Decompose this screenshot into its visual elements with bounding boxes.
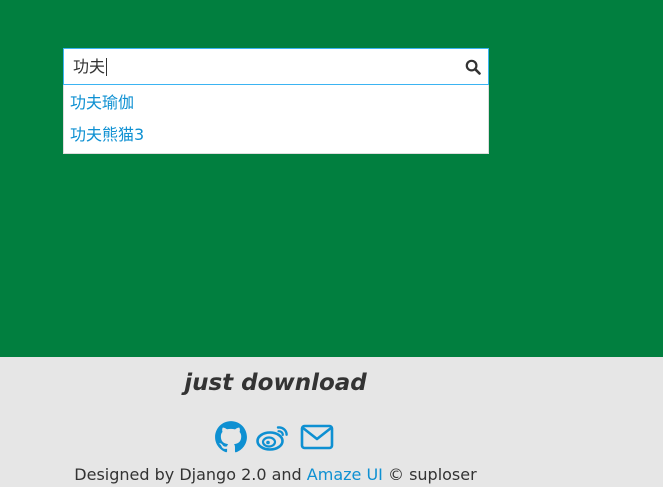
search-input-value: 功夫 (73, 57, 106, 76)
hero-section: 功夫 功夫瑜伽 功夫熊猫3 (0, 0, 663, 357)
amaze-ui-link[interactable]: Amaze UI (307, 465, 383, 484)
search-container: 功夫 功夫瑜伽 功夫熊猫3 (63, 48, 489, 154)
credit-suffix: © suploser (382, 465, 477, 484)
suggestion-item[interactable]: 功夫瑜伽 (64, 87, 488, 119)
footer-title: just download (184, 370, 367, 396)
suggestion-item[interactable]: 功夫熊猫3 (64, 119, 488, 151)
search-icon[interactable] (465, 59, 481, 75)
text-caret (106, 57, 108, 76)
github-icon[interactable] (214, 420, 248, 454)
page: 功夫 功夫瑜伽 功夫熊猫3 just download Designed by … (0, 0, 663, 487)
search-input[interactable]: 功夫 (64, 49, 488, 84)
search-box: 功夫 (63, 48, 489, 85)
social-icons (214, 420, 338, 454)
email-icon[interactable] (300, 420, 334, 454)
suggestion-list: 功夫瑜伽 功夫熊猫3 (63, 85, 489, 154)
weibo-icon[interactable] (256, 420, 290, 454)
credit-prefix: Designed by Django 2.0 and (74, 465, 307, 484)
footer-credit: Designed by Django 2.0 and Amaze UI © su… (0, 465, 551, 484)
